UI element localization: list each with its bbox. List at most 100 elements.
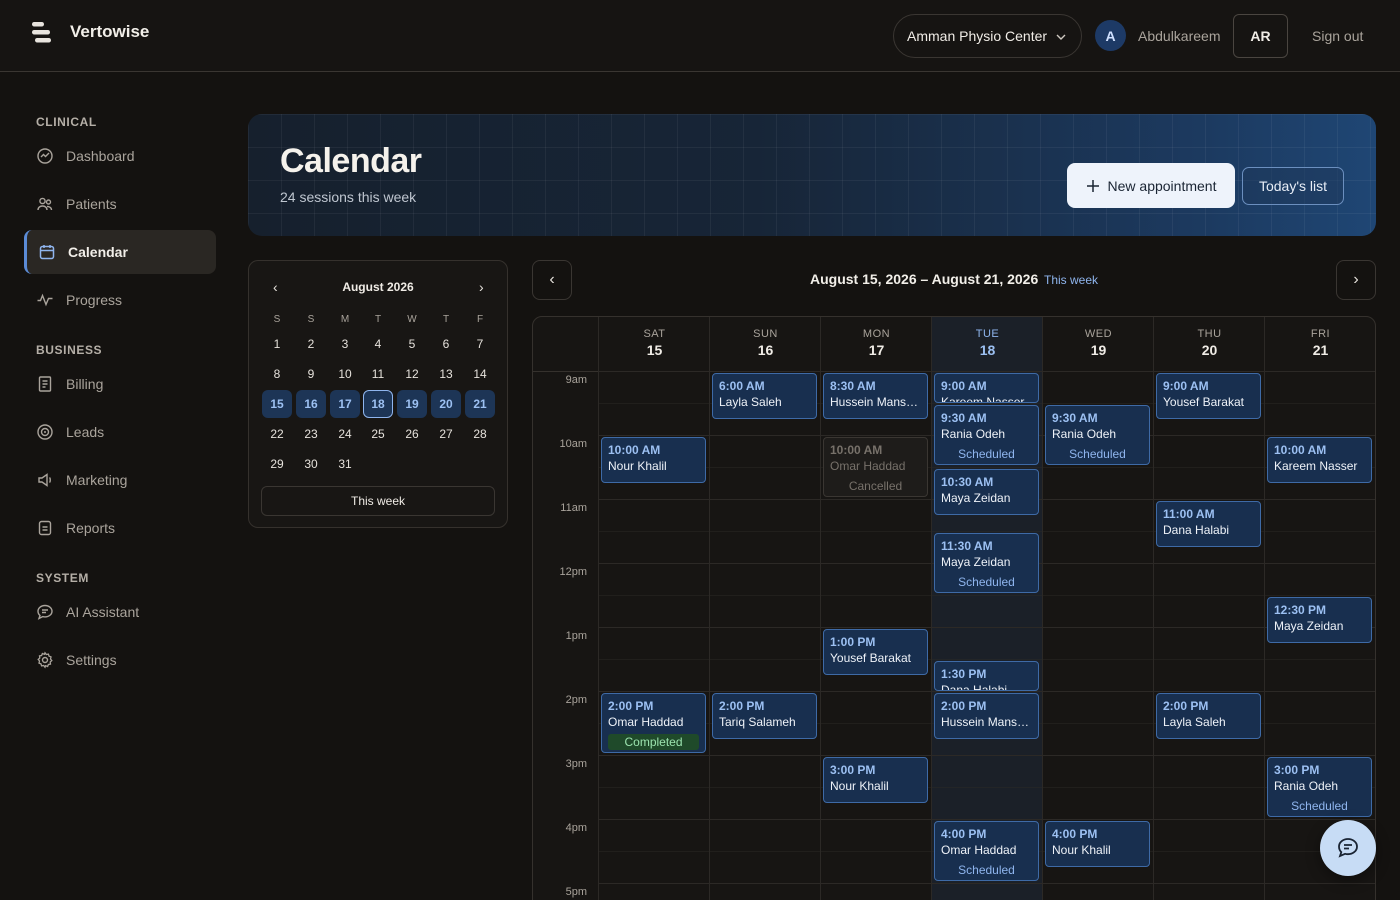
- appointment-card[interactable]: 10:00 AM Omar Haddad Cancelled: [823, 437, 928, 497]
- appointment-card[interactable]: 11:30 AM Maya Zeidan Scheduled: [934, 533, 1039, 593]
- mini-day-cell[interactable]: 16: [296, 390, 326, 418]
- mini-day-cell[interactable]: 8: [262, 360, 292, 388]
- appointment-card[interactable]: 9:00 AM Yousef Barakat: [1156, 373, 1261, 419]
- mini-day-cell[interactable]: 11: [363, 360, 393, 388]
- new-appointment-button[interactable]: New appointment: [1067, 163, 1235, 208]
- appointment-time: 2:00 PM: [1163, 699, 1209, 713]
- clinic-selector[interactable]: Amman Physio Center: [893, 14, 1082, 58]
- day-number: 20: [1201, 342, 1218, 358]
- appointment-card[interactable]: 1:00 PM Yousef Barakat: [823, 629, 928, 675]
- patients-icon: [36, 195, 54, 213]
- appointment-card[interactable]: 9:00 AM Kareem Nasser: [934, 373, 1039, 403]
- sidebar-item-patients[interactable]: Patients: [24, 182, 216, 226]
- appointment-patient: Maya Zeidan: [1274, 619, 1344, 633]
- mini-day-cell[interactable]: 10: [330, 360, 360, 388]
- sidebar-item-progress[interactable]: Progress: [24, 278, 216, 322]
- this-week-link[interactable]: This week: [1044, 273, 1098, 287]
- appointment-card[interactable]: 9:30 AM Rania Odeh Scheduled: [934, 405, 1039, 465]
- day-header[interactable]: WED 19: [1043, 317, 1154, 371]
- appointment-card[interactable]: 12:30 PM Maya Zeidan: [1267, 597, 1372, 643]
- appointment-card[interactable]: 9:30 AM Rania Odeh Scheduled: [1045, 405, 1150, 465]
- appointment-patient: Omar Haddad: [830, 459, 906, 473]
- mini-day-cell[interactable]: 2: [296, 330, 326, 358]
- mini-day-cell[interactable]: 15: [262, 390, 292, 418]
- appointment-card[interactable]: 2:00 PM Hussein Mansour: [934, 693, 1039, 739]
- appointment-card[interactable]: 3:00 PM Nour Khalil: [823, 757, 928, 803]
- mini-day-cell[interactable]: 5: [397, 330, 427, 358]
- day-header[interactable]: FRI 21: [1265, 317, 1375, 371]
- clinic-name: Amman Physio Center: [907, 28, 1048, 44]
- appointment-card[interactable]: 2:00 PM Tariq Salameh: [712, 693, 817, 739]
- sidebar-item-leads[interactable]: Leads: [24, 410, 216, 454]
- mini-day-cell[interactable]: 12: [397, 360, 427, 388]
- hour-gridline: [598, 371, 1375, 372]
- sidebar-item-reports[interactable]: Reports: [24, 506, 216, 550]
- sidebar-item-settings[interactable]: Settings: [24, 638, 216, 682]
- appointment-patient: Nour Khalil: [830, 779, 889, 793]
- sidebar-item-ai-assistant[interactable]: AI Assistant: [24, 590, 216, 634]
- todays-list-button[interactable]: Today's list: [1242, 167, 1344, 205]
- mini-day-cell[interactable]: 3: [330, 330, 360, 358]
- mini-day-cell[interactable]: 13: [431, 360, 461, 388]
- language-toggle-button[interactable]: AR: [1233, 14, 1288, 58]
- mini-day-cell[interactable]: 27: [431, 420, 461, 448]
- day-header[interactable]: MON 17: [821, 317, 932, 371]
- mini-day-cell[interactable]: 18: [363, 390, 393, 418]
- day-header[interactable]: TUE 18: [932, 317, 1043, 371]
- mini-day-cell[interactable]: 23: [296, 420, 326, 448]
- mini-day-cell[interactable]: 4: [363, 330, 393, 358]
- sidebar-item-calendar[interactable]: Calendar: [24, 230, 216, 274]
- avatar[interactable]: A: [1095, 20, 1126, 51]
- mini-day-cell[interactable]: 6: [431, 330, 461, 358]
- mini-day-cell[interactable]: 9: [296, 360, 326, 388]
- half-hour-gridline: [598, 787, 1375, 788]
- sidebar-item-label: AI Assistant: [66, 604, 140, 620]
- mini-day-cell[interactable]: 22: [262, 420, 292, 448]
- mini-day-cell[interactable]: 14: [465, 360, 495, 388]
- day-header[interactable]: SUN 16: [710, 317, 821, 371]
- mini-day-cell[interactable]: 26: [397, 420, 427, 448]
- appointment-card[interactable]: 1:30 PM Dana Halabi: [934, 661, 1039, 691]
- appointment-card[interactable]: 2:00 PM Omar Haddad Completed: [601, 693, 706, 753]
- appointment-card[interactable]: 3:00 PM Rania Odeh Scheduled: [1267, 757, 1372, 817]
- mini-day-cell[interactable]: 20: [431, 390, 461, 418]
- appointment-card[interactable]: 6:00 AM Layla Saleh: [712, 373, 817, 419]
- appointment-card[interactable]: 10:30 AM Maya Zeidan: [934, 469, 1039, 515]
- sign-out-link[interactable]: Sign out: [1312, 28, 1363, 44]
- sidebar-item-marketing[interactable]: Marketing: [24, 458, 216, 502]
- mini-day-cell[interactable]: 1: [262, 330, 292, 358]
- mini-day-cell[interactable]: 28: [465, 420, 495, 448]
- appointment-card[interactable]: 4:00 PM Nour Khalil: [1045, 821, 1150, 867]
- mini-day-cell[interactable]: 7: [465, 330, 495, 358]
- next-week-button[interactable]: ›: [1336, 260, 1376, 300]
- mini-this-week-button[interactable]: This week: [261, 486, 495, 516]
- chat-assistant-button[interactable]: [1320, 820, 1376, 876]
- mini-next-month-button[interactable]: ›: [479, 279, 484, 295]
- mini-day-cell[interactable]: 30: [296, 450, 326, 478]
- mini-day-cell[interactable]: 19: [397, 390, 427, 418]
- chat-bubble-icon: [1336, 836, 1360, 860]
- sidebar-item-dashboard[interactable]: Dashboard: [24, 134, 216, 178]
- appointment-card[interactable]: 10:00 AM Kareem Nasser: [1267, 437, 1372, 483]
- mini-day-cell[interactable]: 29: [262, 450, 292, 478]
- mini-day-cell[interactable]: 31: [330, 450, 360, 478]
- appointment-time: 4:00 PM: [941, 827, 987, 841]
- mini-day-cell[interactable]: 25: [363, 420, 393, 448]
- time-label: 2pm: [565, 694, 587, 706]
- appointment-status: Scheduled: [1291, 799, 1348, 813]
- appointment-card[interactable]: 4:00 PM Omar Haddad Scheduled: [934, 821, 1039, 881]
- day-header[interactable]: THU 20: [1154, 317, 1265, 371]
- appointment-card[interactable]: 8:30 AM Hussein Mansour: [823, 373, 928, 419]
- sidebar-item-billing[interactable]: Billing: [24, 362, 216, 406]
- mini-day-cell[interactable]: 21: [465, 390, 495, 418]
- mini-day-cell[interactable]: 24: [330, 420, 360, 448]
- prev-week-button[interactable]: ‹: [532, 260, 572, 300]
- session-count: 24 sessions this week: [280, 189, 417, 205]
- appointment-card[interactable]: 10:00 AM Nour Khalil: [601, 437, 706, 483]
- appointment-card[interactable]: 11:00 AM Dana Halabi: [1156, 501, 1261, 547]
- appointment-card[interactable]: 2:00 PM Layla Saleh: [1156, 693, 1261, 739]
- appointment-patient: Kareem Nasser: [1274, 459, 1358, 473]
- appointment-patient: Hussein Mansour: [830, 395, 921, 409]
- day-header[interactable]: SAT 15: [599, 317, 710, 371]
- mini-day-cell[interactable]: 17: [330, 390, 360, 418]
